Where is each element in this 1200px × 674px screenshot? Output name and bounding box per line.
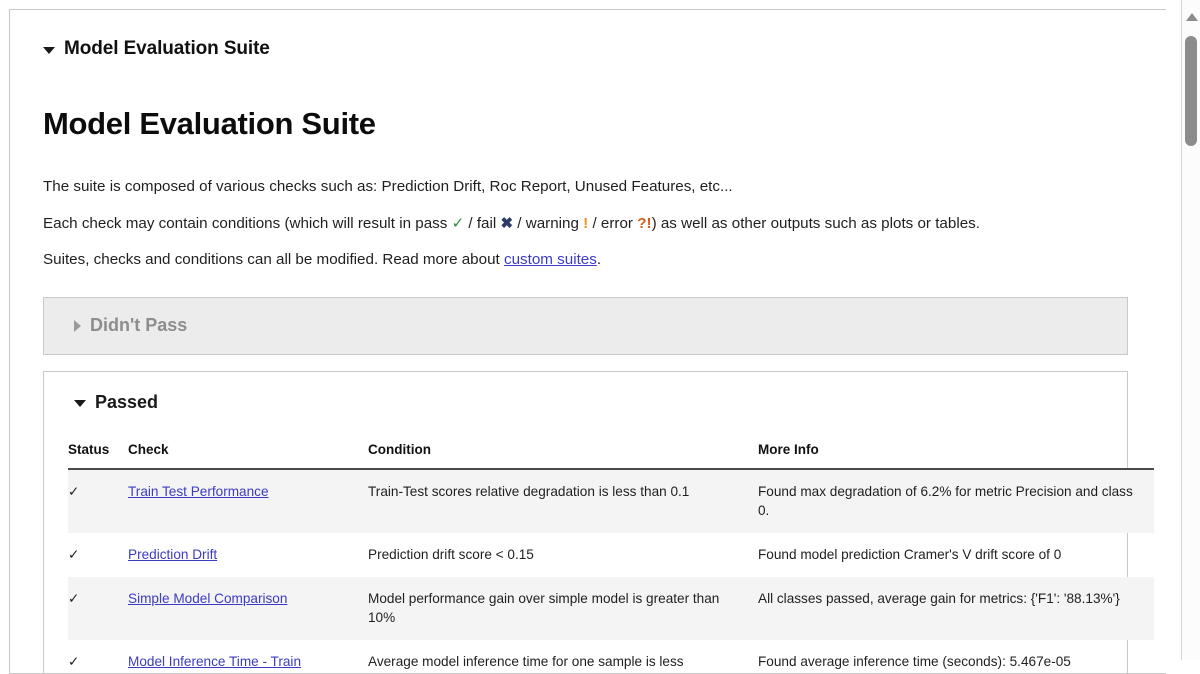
table-row: ✓ Train Test Performance Train-Test scor… [68, 468, 1154, 533]
intro-line-2-part-c: / warning [517, 214, 579, 232]
check-link[interactable]: Model Inference Time - Train [128, 654, 301, 669]
row-check-name: Prediction Drift [128, 533, 368, 577]
column-header-status: Status [68, 441, 128, 470]
triangle-up-icon[interactable] [1186, 13, 1198, 21]
row-status-pass-icon: ✓ [68, 654, 80, 670]
table-body: ✓ Train Test Performance Train-Test scor… [68, 468, 1154, 673]
row-status-pass-icon: ✓ [68, 468, 128, 533]
section-didnt-pass-title: Didn't Pass [90, 315, 188, 336]
row-check-name: Train Test Performance [128, 468, 368, 533]
document-body: Model Evaluation Suite Model Evaluation … [10, 10, 1166, 673]
intro-line-3-part-a: Suites, checks and conditions can all be… [43, 251, 500, 269]
row-more-info: Found average inference time (seconds): … [758, 654, 1071, 670]
pass-check-icon: ✓ [451, 214, 465, 232]
suite-collapser-title: Model Evaluation Suite [64, 38, 270, 59]
section-didnt-pass[interactable]: Didn't Pass [43, 296, 1128, 355]
intro-line-2-part-d: / error [592, 214, 633, 232]
row-condition: Average model inference time for one sam… [368, 654, 684, 670]
vertical-scrollbar[interactable] [1181, 0, 1200, 660]
warning-exclamation-icon: ! [583, 214, 589, 232]
row-condition: Train-Test scores relative degradation i… [368, 468, 758, 533]
column-header-check: Check [128, 441, 368, 470]
section-passed-title: Passed [95, 391, 159, 412]
document-content-frame: Model Evaluation Suite Model Evaluation … [9, 9, 1166, 674]
table-head: Status Check Condition More Info [68, 441, 1154, 470]
error-interrobang-icon: ?! [637, 214, 652, 232]
passed-results-table: Status Check Condition More Info ✓ Train… [68, 441, 1154, 673]
caret-right-icon[interactable] [74, 319, 81, 332]
table-row: ✓ Prediction Drift Prediction drift scor… [68, 533, 1154, 577]
caret-down-icon[interactable] [43, 46, 55, 54]
table-row: ✓ Simple Model Comparison Model performa… [68, 576, 1154, 641]
row-status-pass-icon: ✓ [68, 576, 128, 641]
intro-line-3: Suites, checks and conditions can all be… [43, 250, 1138, 271]
intro-line-2-part-e: ) as well as other outputs such as plots… [651, 214, 980, 232]
table-header-row: Status Check Condition More Info [68, 441, 1154, 470]
suite-collapser-header[interactable]: Model Evaluation Suite [43, 38, 1138, 60]
column-header-more-info: More Info [758, 441, 1154, 470]
intro-line-1: The suite is composed of various checks … [43, 178, 733, 195]
intro-line-3-part-b: . [596, 251, 602, 269]
check-link[interactable]: Prediction Drift [128, 547, 217, 562]
section-passed: Passed Status Check Condition More Info [43, 370, 1154, 673]
row-check-name: Model Inference Time - Train [128, 640, 368, 673]
row-check-name: Simple Model Comparison [128, 576, 368, 641]
caret-down-icon[interactable] [74, 399, 86, 407]
table-row: ✓ Model Inference Time - Train Average m… [68, 640, 1154, 673]
custom-suites-link[interactable]: custom suites [504, 251, 597, 268]
check-link[interactable]: Train Test Performance [128, 484, 269, 499]
scrollbar-thumb[interactable] [1185, 36, 1197, 146]
intro-line-2: Each check may contain conditions (which… [43, 214, 1138, 235]
page-title: Model Evaluation Suite [43, 106, 376, 141]
row-more-info: Found max degradation of 6.2% for metric… [758, 468, 1154, 533]
row-status-pass-icon: ✓ [68, 546, 80, 562]
intro-line-2-part-a: Each check may contain conditions (which… [43, 214, 448, 232]
row-condition: Prediction drift score < 0.15 [368, 546, 534, 562]
column-header-condition: Condition [368, 441, 758, 470]
check-link[interactable]: Simple Model Comparison [128, 591, 287, 606]
fail-cross-icon: ✖ [500, 214, 514, 232]
section-passed-header[interactable]: Passed [44, 392, 1127, 413]
section-didnt-pass-header[interactable]: Didn't Pass [74, 315, 187, 336]
row-more-info: Found model prediction Cramer's V drift … [758, 546, 1062, 562]
row-more-info: All classes passed, average gain for met… [758, 576, 1154, 641]
app-window: Model Evaluation Suite Model Evaluation … [0, 0, 1200, 674]
intro-line-2-part-b: / fail [468, 214, 497, 232]
row-condition: Model performance gain over simple model… [368, 576, 758, 641]
